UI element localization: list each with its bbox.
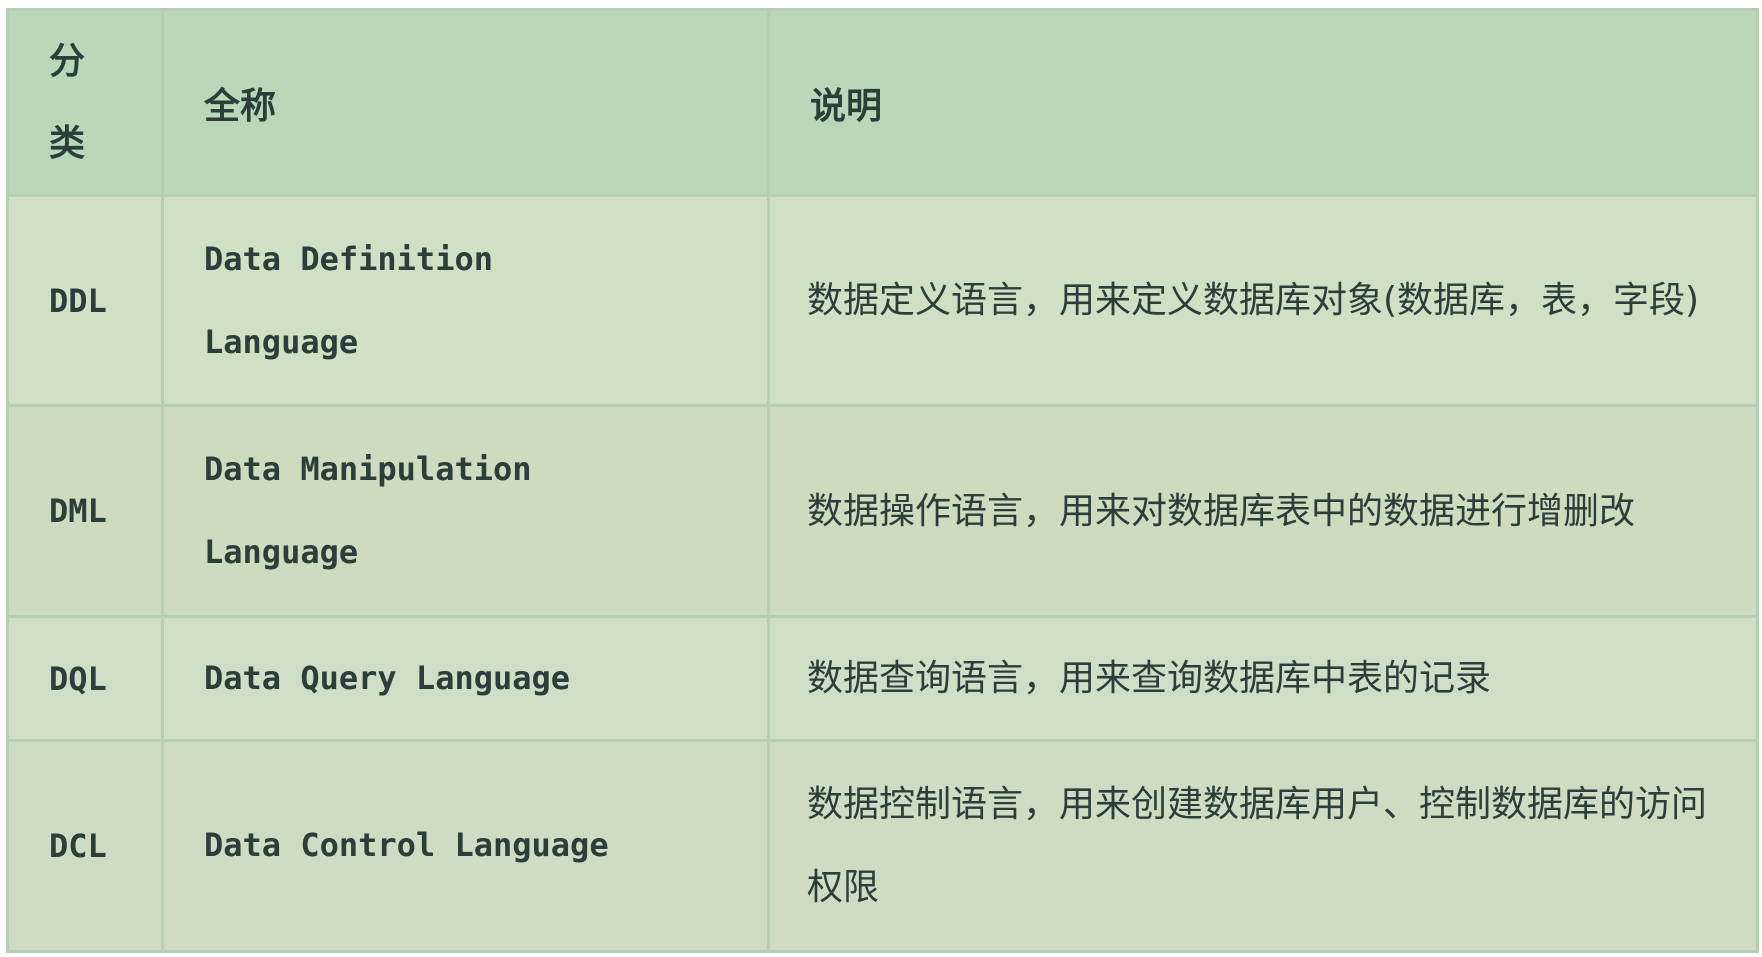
row-category: DCL [6, 738, 164, 954]
header-category-char-1: 分 [49, 40, 86, 82]
row-category: DDL [6, 193, 164, 408]
row-description: 数据定义语言，用来定义数据库对象(数据库，表，字段) [767, 193, 1759, 408]
row-description: 数据查询语言，用来查询数据库中表的记录 [767, 615, 1759, 742]
row-full-name: Data Definition Language [161, 193, 770, 408]
row-description: 数据操作语言，用来对数据库表中的数据进行增删改 [767, 404, 1759, 619]
row-full-name-line: Data Query Language [204, 659, 571, 697]
row-category: DQL [6, 615, 164, 742]
header-full-name: 全称 [161, 8, 770, 197]
table-row: DQL Data Query Language 数据查询语言，用来查询数据库中表… [6, 615, 1759, 742]
header-category-char-2: 类 [49, 122, 86, 164]
row-description: 数据控制语言，用来创建数据库用户、控制数据库的访问权限 [767, 738, 1759, 954]
header-row: 分 类 全称 说明 [6, 8, 1759, 197]
row-full-name: Data Query Language [161, 615, 770, 742]
row-full-name-line: Data Manipulation [204, 450, 532, 489]
table-row: DDL Data Definition Language 数据定义语言，用来定义… [6, 193, 1759, 408]
header-category: 分 类 [6, 8, 164, 197]
header-description: 说明 [767, 8, 1759, 197]
row-full-name-line: Language [204, 322, 359, 361]
row-category: DML [6, 404, 164, 619]
table-row: DCL Data Control Language 数据控制语言，用来创建数据库… [6, 738, 1759, 954]
row-full-name: Data Manipulation Language [161, 404, 770, 619]
row-full-name: Data Control Language [161, 738, 770, 954]
table-row: DML Data Manipulation Language 数据操作语言，用来… [6, 404, 1759, 619]
row-full-name-line: Language [204, 533, 359, 572]
row-full-name-line: Data Definition [204, 239, 493, 278]
row-full-name-line: Data Control Language [204, 826, 609, 865]
sql-categories-table: 分 类 全称 说明 DDL Data Definition Language 数… [6, 8, 1759, 954]
